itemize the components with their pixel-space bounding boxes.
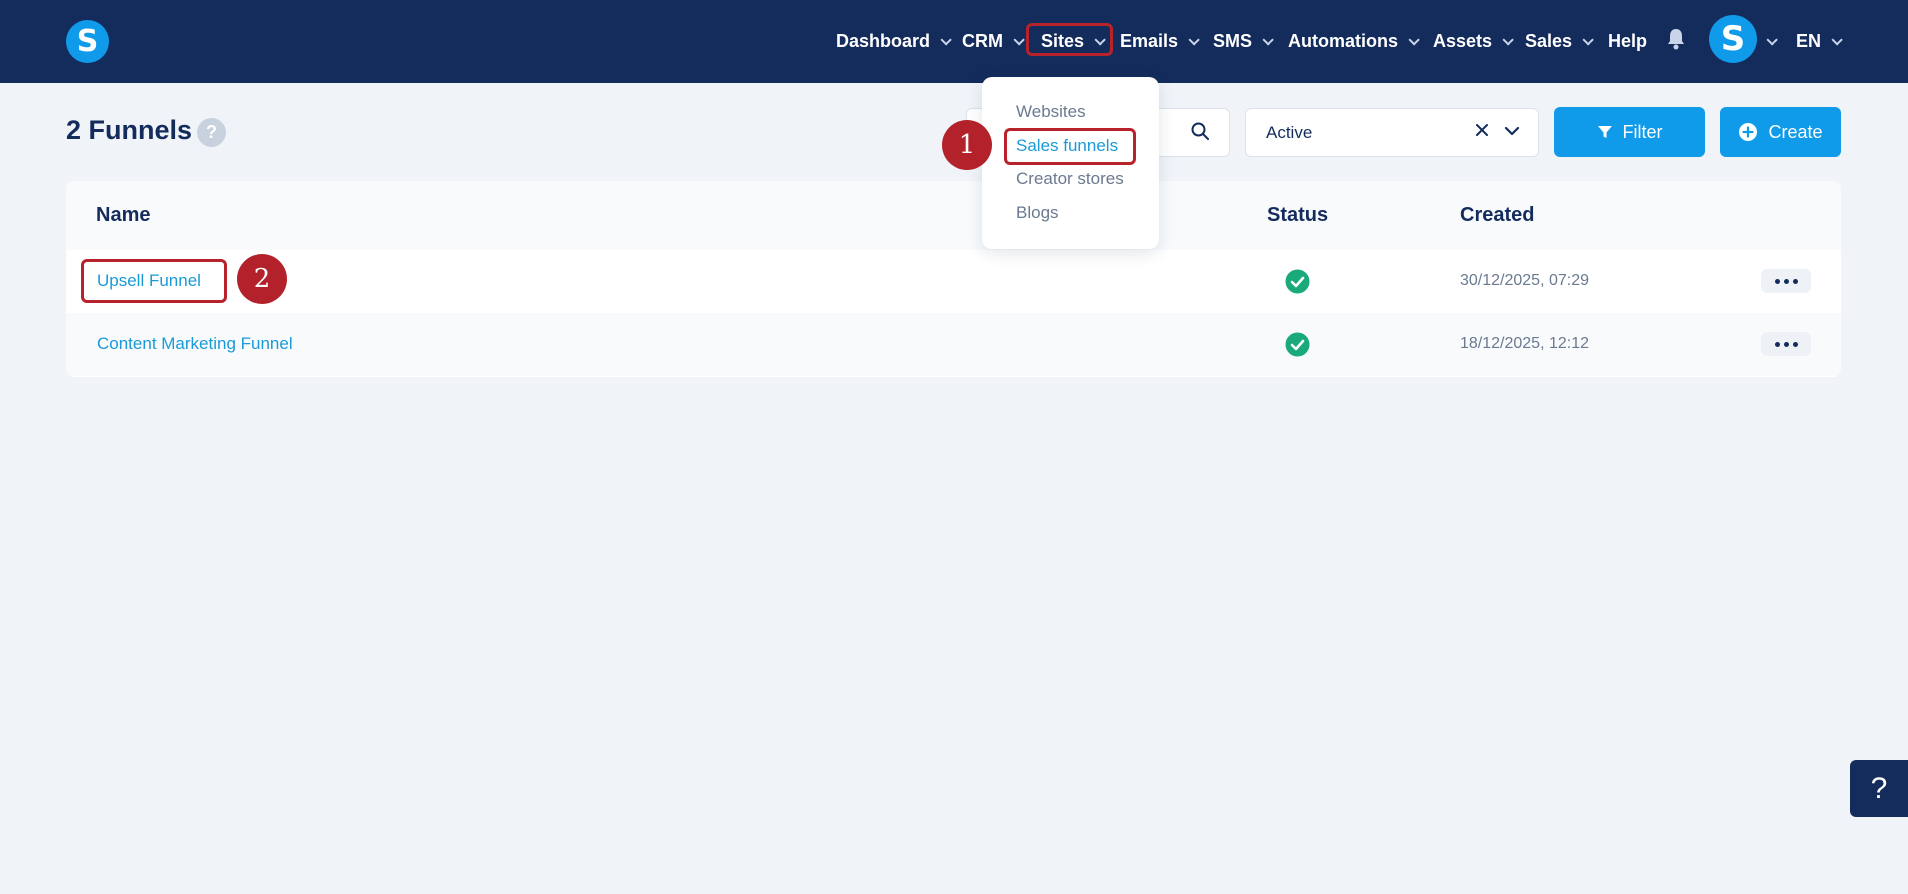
step-badge-1: 1 [942, 120, 992, 170]
column-header-created[interactable]: Created [1460, 204, 1534, 227]
chevron-down-icon [940, 33, 952, 46]
nav-help[interactable]: Help [1608, 0, 1647, 83]
funnels-table: Name Status Created Upsell Funnel 30/12/… [66, 181, 1841, 377]
chevron-down-icon [1408, 33, 1420, 46]
created-date: 18/12/2025, 12:12 [1460, 335, 1590, 352]
created-date: 30/12/2025, 07:29 [1460, 272, 1590, 289]
create-button-label: Create [1768, 121, 1823, 142]
table-header: Name Status Created [66, 181, 1841, 250]
chevron-down-icon [1502, 33, 1514, 46]
top-navbar: S Dashboard CRM Sites Emails SMS Automat… [0, 0, 1908, 83]
more-dots-icon [1783, 341, 1789, 347]
page-title: 2 Funnels [66, 115, 193, 145]
menu-item-websites[interactable]: Websites [1016, 102, 1086, 122]
main-nav: Dashboard CRM Sites Emails SMS Automatio… [0, 0, 1908, 83]
more-dots-icon [1783, 278, 1789, 284]
nav-sales[interactable]: Sales [1525, 0, 1594, 83]
sites-highlight-box [1026, 23, 1113, 56]
sales-funnels-highlight-box [1004, 128, 1136, 165]
nav-assets-label: Assets [1433, 31, 1493, 51]
nav-dashboard-label: Dashboard [836, 31, 931, 51]
more-dots-icon [1774, 341, 1780, 347]
nav-assets[interactable]: Assets [1433, 0, 1514, 83]
nav-automations[interactable]: Automations [1288, 0, 1420, 83]
nav-crm[interactable]: CRM [962, 0, 1025, 83]
avatar[interactable]: S [1709, 15, 1757, 63]
clear-icon[interactable] [1474, 122, 1490, 138]
check-circle-icon [1285, 332, 1310, 357]
bell-icon[interactable] [1666, 28, 1686, 50]
search-icon[interactable] [1191, 122, 1209, 140]
column-header-status[interactable]: Status [1267, 204, 1328, 227]
more-dots-icon [1792, 278, 1798, 284]
nav-automations-label: Automations [1288, 31, 1398, 51]
chevron-down-icon [1262, 33, 1274, 46]
help-tooltip-icon[interactable]: ? [197, 118, 226, 147]
chevron-down-icon [1013, 33, 1025, 46]
menu-item-blogs[interactable]: Blogs [1016, 203, 1059, 223]
menu-item-creator-stores[interactable]: Creator stores [1016, 169, 1124, 189]
nav-dashboard[interactable]: Dashboard [836, 0, 952, 83]
language-label: EN [1796, 31, 1822, 51]
nav-crm-label: CRM [962, 31, 1003, 51]
nav-sales-label: Sales [1525, 31, 1573, 51]
nav-emails[interactable]: Emails [1120, 0, 1200, 83]
more-dots-icon [1774, 278, 1780, 284]
check-circle-icon [1285, 269, 1310, 294]
upsell-funnel-highlight-box [81, 259, 227, 303]
nav-emails-label: Emails [1120, 31, 1179, 51]
row-actions-button[interactable] [1761, 269, 1811, 293]
step-badge-2: 2 [237, 254, 287, 304]
table-row: Content Marketing Funnel 18/12/2025, 12:… [66, 313, 1841, 376]
filter-button-label: Filter [1622, 121, 1663, 142]
table-row: Upsell Funnel 30/12/2025, 07:29 [66, 250, 1841, 313]
plus-circle-icon [1739, 123, 1758, 141]
help-widget-button[interactable]: ? [1850, 760, 1908, 817]
nav-sms-label: SMS [1213, 31, 1253, 51]
row-actions-button[interactable] [1761, 332, 1811, 356]
more-dots-icon [1792, 341, 1798, 347]
language-switcher[interactable]: EN [1796, 0, 1843, 83]
avatar-menu-toggle[interactable] [1766, 0, 1778, 83]
nav-help-label: Help [1608, 31, 1648, 51]
chevron-down-icon [1582, 33, 1594, 46]
status-select[interactable]: Active [1245, 108, 1539, 157]
filter-icon [1597, 126, 1612, 138]
status-select-value: Active [1266, 123, 1313, 142]
create-button[interactable]: Create [1720, 107, 1841, 157]
chevron-down-icon[interactable] [1503, 122, 1521, 140]
column-header-name[interactable]: Name [96, 204, 150, 227]
funnel-name-link[interactable]: Content Marketing Funnel [97, 334, 293, 354]
nav-sms[interactable]: SMS [1213, 0, 1274, 83]
chevron-down-icon [1188, 33, 1200, 46]
filter-button[interactable]: Filter [1554, 107, 1705, 157]
